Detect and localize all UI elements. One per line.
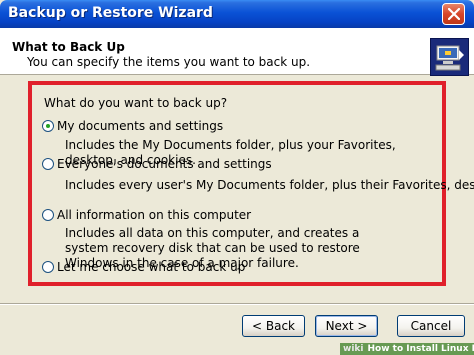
option-label: All information on this computer xyxy=(57,208,252,222)
radio-let-me-choose[interactable] xyxy=(42,261,54,273)
wizard-header: What to Back Up You can specify the item… xyxy=(0,28,474,76)
backup-options-panel: What do you want to back up? My document… xyxy=(28,81,474,286)
watermark-brand: wiki xyxy=(343,344,364,354)
page-subtitle: You can specify the items you want to ba… xyxy=(27,55,311,69)
backup-question: What do you want to back up? xyxy=(44,96,228,110)
backup-wizard-icon xyxy=(430,38,469,76)
option-my-documents[interactable]: My documents and settings xyxy=(42,118,223,134)
option-label: Let me choose what to back up xyxy=(57,260,246,274)
radio-my-documents[interactable] xyxy=(42,120,54,132)
option-everyones-documents[interactable]: Everyone's documents and settings xyxy=(42,156,272,172)
footer-divider xyxy=(0,303,474,305)
close-icon xyxy=(448,8,460,20)
back-button[interactable]: < Back xyxy=(242,315,305,337)
title-bar[interactable]: Backup or Restore Wizard xyxy=(0,0,474,28)
page-title: What to Back Up xyxy=(12,40,125,54)
window-title: Backup or Restore Wizard xyxy=(8,5,213,21)
watermark: wikiHow to Install Linux Mint xyxy=(340,343,474,355)
option-description: Includes every user's My Documents folde… xyxy=(65,178,474,192)
option-let-me-choose[interactable]: Let me choose what to back up xyxy=(42,259,245,275)
radio-all-information[interactable] xyxy=(42,209,54,221)
option-label: My documents and settings xyxy=(57,119,224,133)
watermark-text: How to Install Linux Mint xyxy=(367,344,474,354)
option-label: Everyone's documents and settings xyxy=(57,157,272,171)
radio-everyones-documents[interactable] xyxy=(42,158,54,170)
cancel-button[interactable]: Cancel xyxy=(397,315,465,337)
option-all-information[interactable]: All information on this computer xyxy=(42,207,251,223)
backup-restore-wizard-window: Backup or Restore Wizard What to Back Up… xyxy=(0,0,474,355)
close-button[interactable] xyxy=(442,3,465,25)
next-button[interactable]: Next > xyxy=(315,315,378,337)
